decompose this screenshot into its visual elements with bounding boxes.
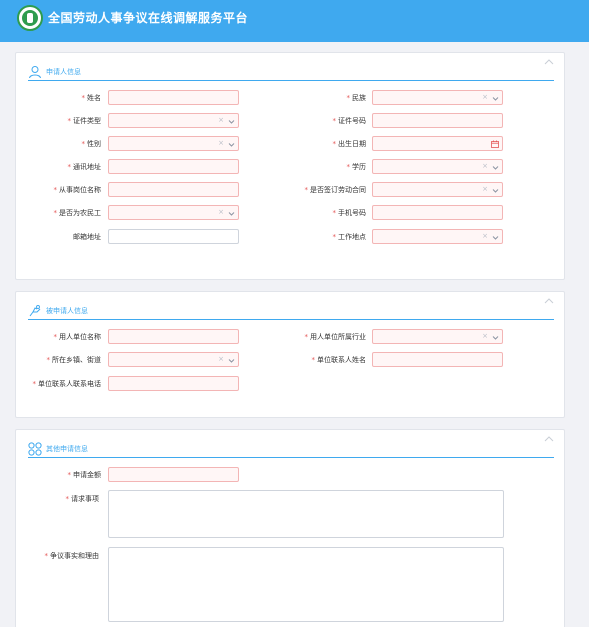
phone-label: * 手机号码 <box>332 209 367 217</box>
town-street-label: * 所在乡镇、街道 <box>46 356 102 364</box>
migrant-worker-select[interactable]: × <box>108 205 239 220</box>
chevron-down-icon[interactable] <box>492 234 499 241</box>
migrant-row: * 是否为农民工 × * 手机号码 <box>16 205 566 221</box>
chevron-down-icon[interactable] <box>228 357 235 364</box>
chevron-down-icon[interactable] <box>492 187 499 194</box>
position-label: * 从事岗位名称 <box>53 186 102 194</box>
chevron-down-icon[interactable] <box>228 141 235 148</box>
id-type-label: * 证件类型 <box>67 117 102 125</box>
clear-icon[interactable]: × <box>482 185 488 193</box>
town-row: * 所在乡镇、街道 × * 单位联系人姓名 <box>16 352 566 368</box>
respondent-section-title: 被申请人信息 <box>46 307 88 315</box>
respondent-section: 被申请人信息 * 用人单位名称 * 用人单位所属行业 × * 所在乡镇、街道 × * 单… <box>15 291 565 418</box>
name-row: * 姓名 * 民族 × <box>16 90 566 106</box>
app-title: 全国劳动人事争议在线调解服务平台 <box>48 11 249 25</box>
gender-row: * 性别 × * 出生日期 <box>16 136 566 152</box>
contact-phone-row: * 单位联系人联系电话 <box>16 376 566 392</box>
chevron-up-icon[interactable] <box>544 58 554 66</box>
address-label: * 通讯地址 <box>67 163 102 171</box>
clear-icon[interactable]: × <box>218 139 224 147</box>
calendar-icon[interactable] <box>491 140 499 148</box>
chevron-down-icon[interactable] <box>492 164 499 171</box>
facts-textarea[interactable] <box>108 547 504 622</box>
chevron-down-icon[interactable] <box>228 118 235 125</box>
gender-label: * 性别 <box>81 140 102 148</box>
contact-name-input[interactable] <box>372 352 503 367</box>
applicant-section-header: 申请人信息 <box>28 59 554 81</box>
clear-icon[interactable]: × <box>218 355 224 363</box>
amount-label: * 申请金额 <box>67 471 102 479</box>
applicant-section: 申请人信息 * 姓名 * 民族 × * 证件类型 × * 证件号码 * 性别 × * 出生日… <box>15 52 565 280</box>
employer-row: * 用人单位名称 * 用人单位所属行业 × <box>16 329 566 345</box>
email-row: 邮箱地址 * 工作地点 × <box>16 229 566 245</box>
hand-icon <box>29 305 41 317</box>
education-select[interactable]: × <box>372 159 503 174</box>
clear-icon[interactable]: × <box>482 332 488 340</box>
amount-input[interactable] <box>108 467 239 482</box>
birth-date-label: * 出生日期 <box>332 140 367 148</box>
education-label: * 学历 <box>346 163 367 171</box>
clear-icon[interactable]: × <box>482 93 488 101</box>
chevron-up-icon[interactable] <box>544 435 554 443</box>
facts-label: * 争议事实和理由 <box>44 552 100 560</box>
employer-industry-label: * 用人单位所属行业 <box>304 333 367 341</box>
name-input[interactable] <box>108 90 239 105</box>
employer-industry-select[interactable]: × <box>372 329 503 344</box>
clear-icon[interactable]: × <box>482 162 488 170</box>
labor-contract-label: * 是否签订劳动合同 <box>304 186 367 194</box>
name-label: * 姓名 <box>81 94 102 102</box>
position-input[interactable] <box>108 182 239 197</box>
id-number-label: * 证件号码 <box>332 117 367 125</box>
contact-phone-input[interactable] <box>108 376 239 391</box>
claims-label: * 请求事项 <box>65 495 100 503</box>
work-location-label: * 工作地点 <box>332 233 367 241</box>
respondent-section-header: 被申请人信息 <box>28 298 554 320</box>
address-input[interactable] <box>108 159 239 174</box>
migrant-worker-label: * 是否为农民工 <box>53 209 102 217</box>
logo <box>17 5 43 31</box>
chevron-up-icon[interactable] <box>544 297 554 305</box>
other-section-header: 其他申请信息 <box>28 436 554 458</box>
contact-name-label: * 单位联系人姓名 <box>311 356 367 364</box>
id-row: * 证件类型 × * 证件号码 <box>16 113 566 129</box>
chevron-down-icon[interactable] <box>492 95 499 102</box>
user-icon <box>29 66 41 79</box>
contact-phone-label: * 单位联系人联系电话 <box>32 380 102 388</box>
claims-textarea[interactable] <box>108 490 504 538</box>
ethnicity-label: * 民族 <box>346 94 367 102</box>
chevron-down-icon[interactable] <box>492 334 499 341</box>
gender-select[interactable]: × <box>108 136 239 151</box>
clear-icon[interactable]: × <box>218 116 224 124</box>
chevron-down-icon[interactable] <box>228 210 235 217</box>
email-label: 邮箱地址 <box>73 233 101 241</box>
app-header: 全国劳动人事争议在线调解服务平台 <box>0 0 589 42</box>
employer-name-label: * 用人单位名称 <box>53 333 102 341</box>
clear-icon[interactable]: × <box>482 232 488 240</box>
id-number-input[interactable] <box>372 113 503 128</box>
phone-input[interactable] <box>372 205 503 220</box>
work-location-select[interactable]: × <box>372 229 503 244</box>
employer-name-input[interactable] <box>108 329 239 344</box>
amount-row: * 申请金额 <box>16 467 566 483</box>
birth-date-picker[interactable] <box>372 136 503 151</box>
other-section: 其他申请信息 * 申请金额 * 请求事项 * 争议事实和理由 <box>15 429 565 627</box>
clear-icon[interactable]: × <box>218 208 224 216</box>
email-input[interactable] <box>108 229 239 244</box>
grid-icon <box>28 442 42 456</box>
id-type-select[interactable]: × <box>108 113 239 128</box>
town-street-select[interactable]: × <box>108 352 239 367</box>
other-section-title: 其他申请信息 <box>46 445 88 453</box>
ethnicity-select[interactable]: × <box>372 90 503 105</box>
address-row: * 通讯地址 * 学历 × <box>16 159 566 175</box>
labor-contract-select[interactable]: × <box>372 182 503 197</box>
position-row: * 从事岗位名称 * 是否签订劳动合同 × <box>16 182 566 198</box>
applicant-section-title: 申请人信息 <box>46 68 81 76</box>
